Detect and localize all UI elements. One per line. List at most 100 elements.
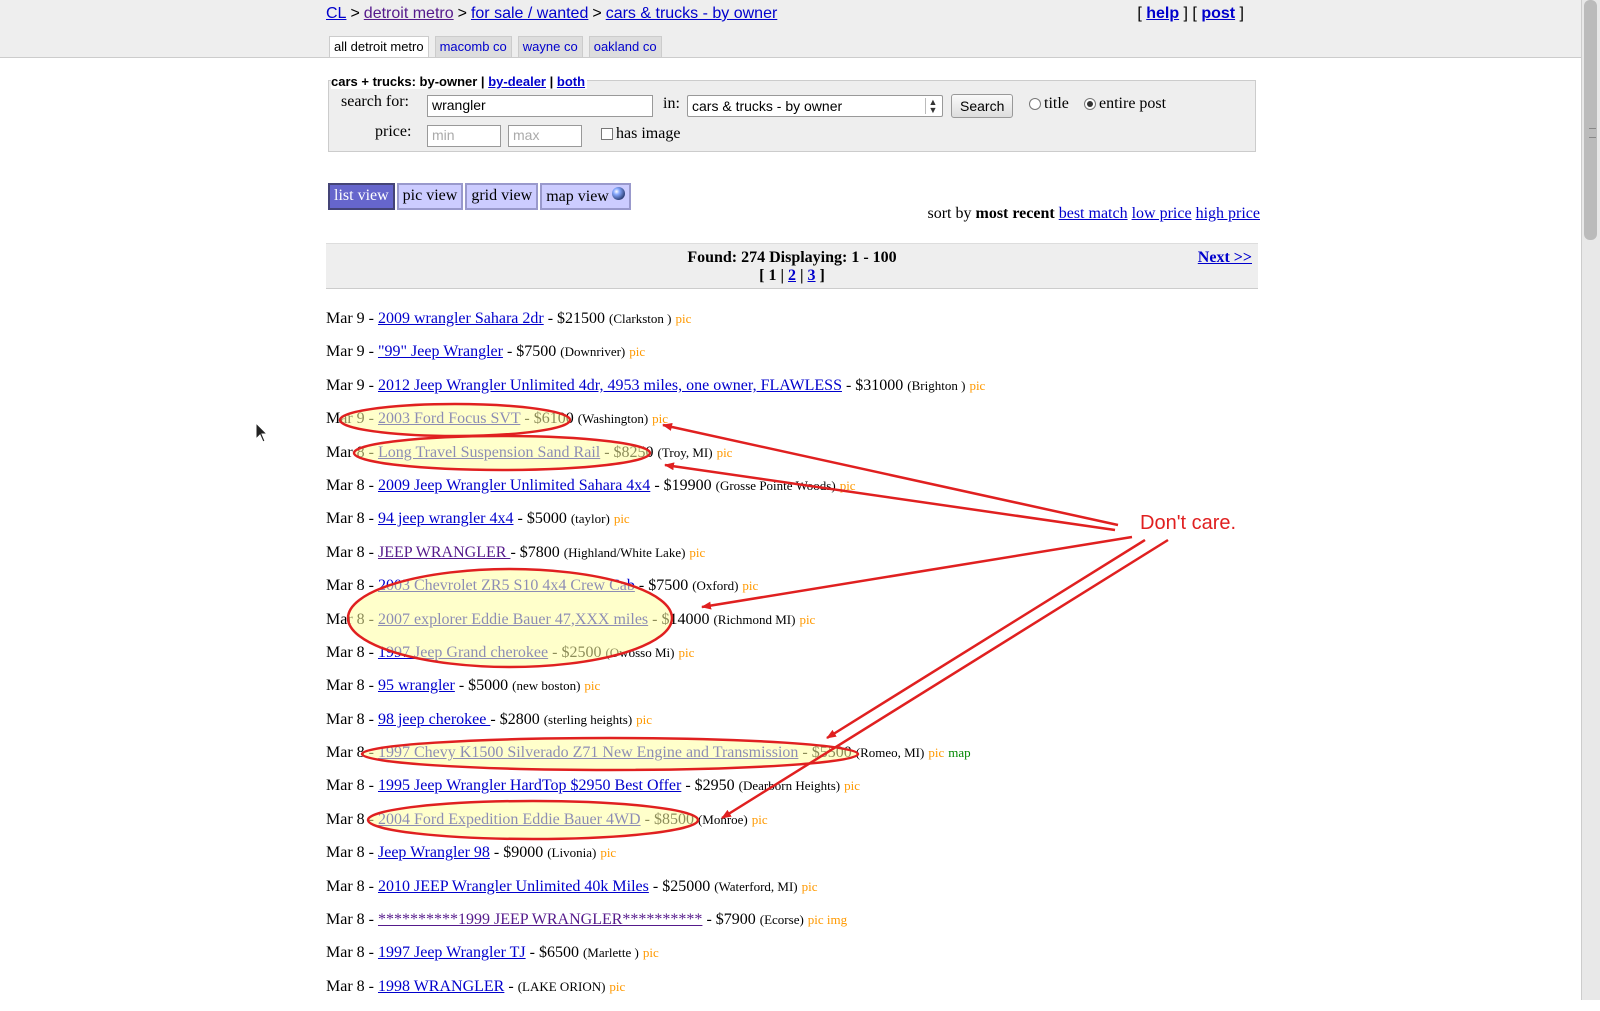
listing-list: Mar 9 - 2009 wrangler Sahara 2dr - $2150… (326, 310, 985, 1011)
listing-title-link[interactable]: 2009 Jeep Wrangler Unlimited Sahara 4x4 (378, 477, 650, 494)
listing-row: Mar 9 - 2003 Ford Focus SVT - $6100 (Was… (326, 410, 669, 428)
listing-row: Mar 8 - Long Travel Suspension Sand Rail… (326, 443, 733, 461)
listing-row: Mar 8 - 2010 JEEP Wrangler Unlimited 40k… (326, 877, 818, 895)
listing-title-link[interactable]: JEEP WRANGLER (378, 544, 510, 561)
listing-title-link[interactable]: 2003 Ford Focus SVT (378, 410, 520, 427)
scrollbar[interactable] (1581, 0, 1600, 1000)
listing-title-link[interactable]: "99" Jeep Wrangler (378, 343, 503, 360)
listing-date: Mar 9 (326, 376, 365, 394)
listing-title-link[interactable]: 2010 JEEP Wrangler Unlimited 40k Miles (378, 878, 649, 895)
listing-title-link[interactable]: 2009 wrangler Sahara 2dr (378, 310, 544, 327)
select-arrows-icon: ▲ ▼ (925, 98, 940, 115)
listing-location: (taylor) (570, 511, 610, 527)
category-select-value: cars & trucks - by owner (692, 98, 843, 114)
breadcrumb-cars-trucks[interactable]: cars & trucks - by owner (606, 5, 778, 22)
listing-date: Mar 8 (326, 643, 365, 661)
listing-price: $7900 (715, 911, 756, 929)
breadcrumb-for-sale[interactable]: for sale / wanted (471, 5, 588, 22)
search-for-label: search for: (341, 93, 409, 110)
price-min-input[interactable]: min (427, 125, 501, 147)
breadcrumb-cl[interactable]: CL (326, 5, 346, 22)
price-max-input[interactable]: max (508, 125, 582, 147)
radio-entire-label: entire post (1099, 95, 1167, 112)
listing-location: (new boston) (512, 678, 581, 694)
help-link[interactable]: help (1146, 5, 1179, 22)
pic-view-button[interactable]: pic view (396, 183, 464, 210)
tab-oakland-co[interactable]: oakland co (588, 36, 662, 57)
tab-macomb-co[interactable]: macomb co (434, 36, 512, 57)
results-summary: Found: 274 Displaying: 1 - 100 [ 1 | 2 |… (326, 243, 1258, 289)
radio-selected-icon[interactable] (1084, 98, 1096, 111)
sort-high-price[interactable]: high price (1196, 205, 1260, 222)
listing-date: Mar 8 (326, 710, 365, 728)
listing-date: Mar 8 (326, 677, 365, 695)
grid-view-button[interactable]: grid view (465, 183, 539, 210)
listing-row: Mar 8 - 95 wrangler - $5000 (new boston)… (326, 677, 601, 695)
top-bar: CL > detroit metro > for sale / wanted > cars … (0, 0, 1582, 58)
sort-low-price[interactable]: low price (1132, 205, 1192, 222)
list-view-button[interactable]: list view (328, 183, 395, 210)
listing-row: Mar 8 - 94 jeep wrangler 4x4 - $5000 (ta… (326, 510, 630, 528)
sort-best-match[interactable]: best match (1059, 205, 1128, 222)
listing-title-link[interactable]: **********1999 JEEP WRANGLER********** (378, 911, 702, 928)
listing-title-link[interactable]: Long Travel Suspension Sand Rail (378, 444, 600, 461)
listing-pic-tag: pic (652, 411, 669, 427)
checkbox-icon[interactable] (601, 128, 613, 141)
has-image-option[interactable]: has image (601, 125, 680, 143)
listing-price: $2800 (499, 710, 540, 728)
category-select[interactable]: cars & trucks - by owner ▲ ▼ (687, 95, 943, 117)
listing-price: $19900 (663, 476, 712, 494)
map-view-button[interactable]: map view (540, 183, 631, 210)
in-label: in: (663, 95, 680, 112)
next-page-link[interactable]: Next >> (1198, 249, 1252, 267)
listing-title-link[interactable]: 1995 Jeep Wrangler HardTop $2950 Best Of… (378, 777, 681, 794)
by-dealer-link[interactable]: by-dealer (488, 74, 546, 89)
listing-price: $2950 (694, 777, 735, 795)
listing-date: Mar 8 (326, 510, 365, 528)
post-link[interactable]: post (1201, 5, 1235, 22)
listing-map-tag[interactable]: map (948, 745, 970, 760)
listing-title-link[interactable]: 1997 Jeep Grand cherokee (378, 644, 548, 661)
scrollbar-thumb[interactable] (1584, 0, 1597, 240)
listing-title-link[interactable]: 1998 WRANGLER (378, 978, 504, 995)
tab-all-detroit-metro[interactable]: all detroit metro (329, 36, 429, 57)
listing-title-link[interactable]: 94 jeep wrangler 4x4 (378, 510, 514, 527)
listing-pic-tag: pic (844, 778, 860, 794)
listing-price: $6500 (538, 944, 579, 962)
listing-pic-tag: pic (689, 544, 706, 560)
listing-price: $25000 (662, 877, 711, 895)
listing-title-link[interactable]: 2012 Jeep Wrangler Unlimited 4dr, 4953 m… (378, 377, 842, 394)
category-title: cars + trucks: by-owner | by-dealer | bo… (331, 74, 588, 89)
breadcrumb-detroit-metro[interactable]: detroit metro (364, 5, 454, 22)
listing-title-link[interactable]: 95 wrangler (378, 677, 455, 694)
search-input[interactable]: wrangler (427, 95, 653, 117)
listing-title-link[interactable]: 2003 Chevrolet ZR5 S10 4x4 Crew Cab (378, 577, 635, 594)
listing-title-link[interactable]: 2007 explorer Eddie Bauer 47,XXX miles (378, 611, 648, 628)
page-link[interactable]: 3 (808, 267, 816, 284)
listing-location: (LAKE ORION) (517, 978, 606, 994)
listing-title-link[interactable]: Jeep Wrangler 98 (378, 844, 490, 861)
listing-pic-tag: pic img (807, 912, 848, 928)
listing-title-link[interactable]: 1997 Jeep Wrangler TJ (378, 944, 526, 961)
breadcrumb-sep: > (350, 5, 360, 22)
listing-price: $7500 (648, 577, 689, 595)
listing-pic-tag: pic (742, 578, 759, 594)
listing-location: (Romeo, MI) (855, 745, 925, 761)
page-link[interactable]: 2 (788, 267, 796, 284)
listing-price: $5000 (468, 677, 509, 695)
radio-title-option[interactable]: title (1029, 95, 1069, 113)
listing-title-link[interactable]: 1997 Chevy K1500 Silverado Z71 New Engin… (378, 744, 798, 761)
listing-price: $5500 (811, 744, 852, 762)
both-link[interactable]: both (557, 74, 585, 89)
tab-wayne-co[interactable]: wayne co (517, 36, 583, 57)
search-button[interactable]: Search (951, 94, 1014, 118)
listing-title-link[interactable]: 2004 Ford Expedition Eddie Bauer 4WD (378, 811, 641, 828)
listing-title-link[interactable]: 98 jeep cherokee (378, 711, 490, 728)
listing-date: Mar 8 (326, 577, 365, 595)
pagination: [ 1 | 2 | 3 ] (759, 267, 825, 284)
radio-icon[interactable] (1029, 98, 1041, 111)
listing-row: Mar 8 - 2009 Jeep Wrangler Unlimited Sah… (326, 476, 856, 494)
radio-entire-post-option[interactable]: entire post (1084, 95, 1166, 113)
search-form-panel: search for: wrangler in: cars & trucks -… (328, 80, 1256, 152)
listing-price: $8500 (653, 810, 694, 828)
